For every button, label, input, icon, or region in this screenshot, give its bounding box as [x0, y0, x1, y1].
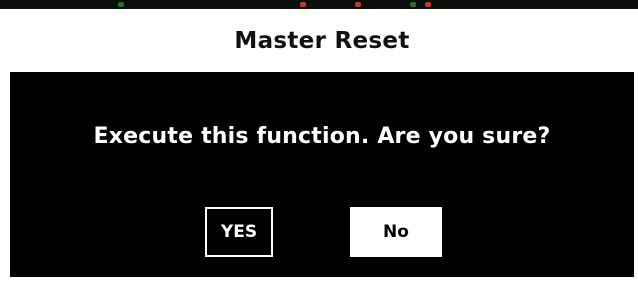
screen: Master Reset Execute this function. Are … — [0, 0, 638, 282]
dialog-title: Master Reset — [234, 27, 410, 54]
no-button[interactable]: No — [350, 207, 442, 257]
background-artifact — [300, 2, 306, 7]
bottom-border — [0, 277, 638, 282]
background-artifact — [355, 2, 361, 7]
master-reset-dialog: Master Reset Execute this function. Are … — [10, 9, 634, 277]
background-artifact — [118, 2, 124, 7]
left-border — [0, 9, 10, 282]
confirmation-message: Execute this function. Are you sure? — [93, 124, 551, 149]
background-strip — [0, 0, 638, 9]
dialog-title-bar: Master Reset — [10, 9, 634, 72]
dialog-body: Execute this function. Are you sure? YES… — [10, 72, 634, 277]
background-artifact — [410, 2, 416, 7]
yes-button[interactable]: YES — [205, 207, 273, 257]
right-border — [634, 9, 638, 282]
background-artifact — [425, 2, 431, 7]
